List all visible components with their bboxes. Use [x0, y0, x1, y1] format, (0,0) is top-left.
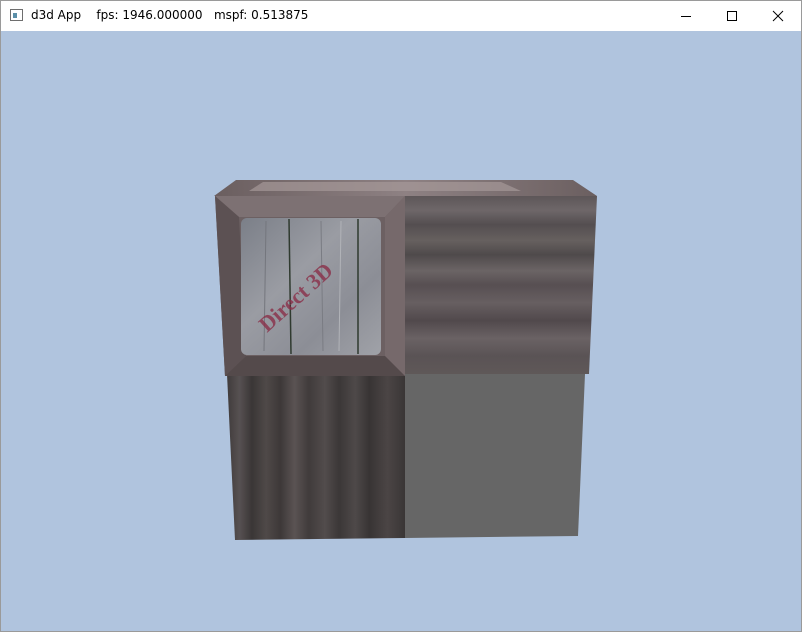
- minimize-button[interactable]: [663, 1, 709, 31]
- close-button[interactable]: [755, 1, 801, 31]
- crate-face-stripes-left: [227, 374, 405, 540]
- crate-scene: Direct 3D: [214, 180, 597, 540]
- app-window: d3d App fps: 1946.000000 mspf: 0.513875: [0, 0, 802, 632]
- app-icon: [10, 9, 23, 21]
- crate-top-inset: [249, 182, 521, 191]
- window-title: d3d App fps: 1946.000000 mspf: 0.513875: [31, 8, 309, 22]
- maximize-icon: [727, 11, 737, 21]
- close-icon: [772, 10, 784, 22]
- maximize-button[interactable]: [709, 1, 755, 31]
- title-bar[interactable]: d3d App fps: 1946.000000 mspf: 0.513875: [1, 1, 801, 31]
- frame-bevel-top: [215, 196, 405, 217]
- frame-bevel-bottom: [225, 356, 405, 376]
- frame-bevel-right: [385, 196, 405, 376]
- render-viewport[interactable]: Direct 3D: [1, 31, 801, 631]
- minimize-icon: [681, 16, 691, 17]
- crate-face-gray: [405, 374, 585, 538]
- crate-face-stripes-right: [405, 196, 597, 374]
